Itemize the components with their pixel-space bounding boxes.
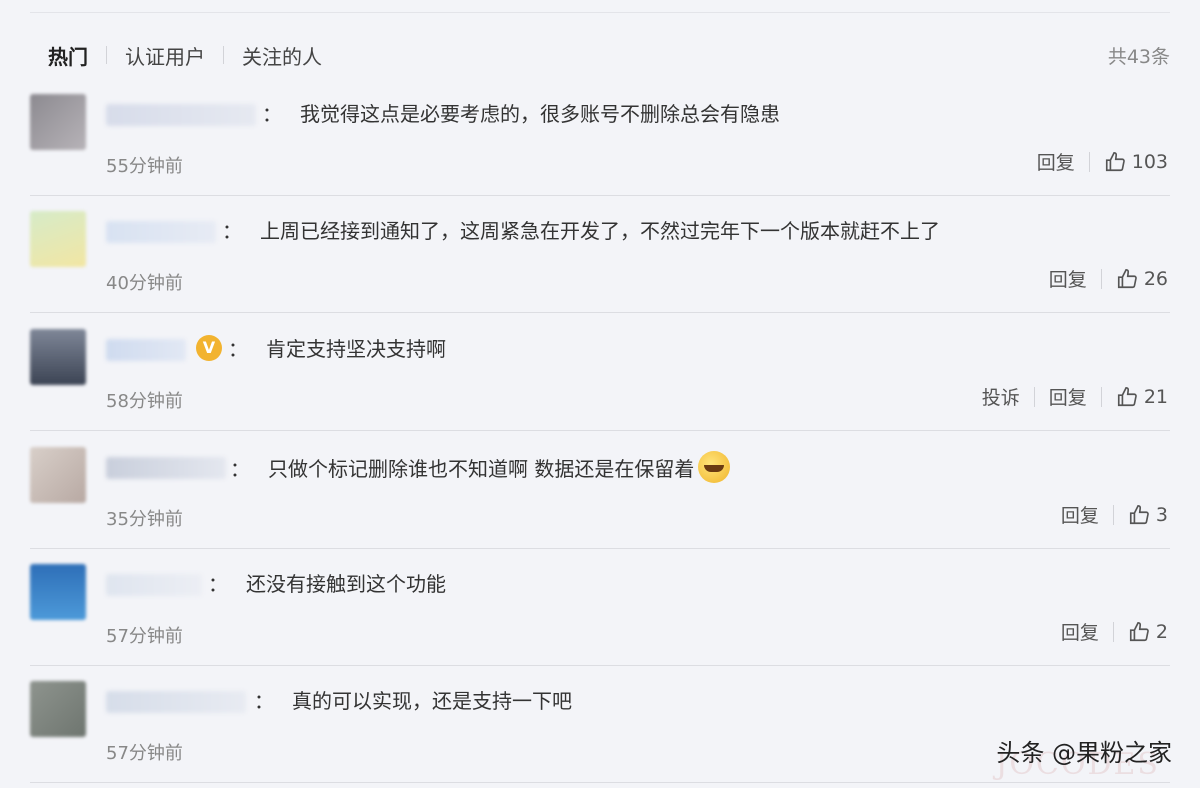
- action-divider: [1112, 504, 1114, 525]
- like-button[interactable]: 26: [1116, 268, 1168, 290]
- verified-badge-icon: V: [196, 334, 222, 361]
- comment-actions: 回复 26: [1049, 265, 1168, 292]
- comment-item: ： 上周已经接到通知了，这周紧急在开发了，不然过完年下一个版本就赶不上了 40分…: [30, 195, 1170, 313]
- username-blurred[interactable]: [106, 104, 256, 126]
- like-count: 2: [1155, 620, 1168, 643]
- reply-button[interactable]: 回复: [1037, 148, 1075, 175]
- tab-hot[interactable]: 热门: [48, 41, 88, 70]
- reply-button[interactable]: 回复: [1061, 501, 1099, 528]
- tab-verified-users[interactable]: 认证用户: [125, 41, 205, 70]
- like-count: 21: [1143, 385, 1168, 408]
- colon: ：: [230, 456, 250, 481]
- thumbs-up-icon: [1105, 151, 1125, 171]
- comment-item: ： 还没有接触到这个功能 57分钟前 回复 2: [30, 548, 1170, 666]
- comment-count: 共43条: [1107, 46, 1170, 68]
- like-button[interactable]: 103: [1104, 151, 1168, 173]
- comment-filter-tabs: 热门 认证用户 关注的人: [48, 40, 322, 70]
- action-divider: [1100, 386, 1102, 407]
- comment-item: V ： 肯定支持坚决支持啊 58分钟前 投诉 回复 21: [30, 313, 1170, 431]
- source-watermark: 头条 @果粉之家: [996, 739, 1172, 767]
- reply-button[interactable]: 回复: [1061, 618, 1099, 645]
- comment-text: 只做个标记删除谁也不知道啊 数据还是在保留着: [268, 456, 695, 481]
- tab-divider: [223, 46, 224, 64]
- avatar[interactable]: [30, 211, 86, 267]
- comment-time: 35分钟前: [106, 509, 183, 530]
- comment-time: 57分钟前: [106, 626, 183, 647]
- comment-time: 58分钟前: [106, 391, 183, 412]
- action-divider: [1033, 386, 1035, 407]
- laughing-emoji-icon: [698, 451, 731, 483]
- thumbs-up-icon: [1117, 268, 1137, 288]
- reply-button[interactable]: 回复: [1049, 383, 1087, 410]
- username-blurred[interactable]: [106, 691, 246, 713]
- username-blurred[interactable]: [106, 457, 226, 479]
- username-blurred[interactable]: [106, 339, 186, 361]
- username-blurred[interactable]: [106, 574, 202, 596]
- thumbs-up-icon: [1129, 504, 1149, 524]
- like-count: 26: [1143, 267, 1168, 290]
- comment-time: 57分钟前: [106, 743, 183, 764]
- comment-actions: 投诉 回复 21: [982, 383, 1168, 410]
- comment-text: 肯定支持坚决支持啊: [266, 337, 446, 361]
- colon: ：: [228, 337, 248, 361]
- report-button[interactable]: 投诉: [982, 383, 1020, 410]
- comment-actions: 回复 103: [1037, 148, 1168, 175]
- colon: ：: [262, 102, 282, 126]
- avatar[interactable]: [30, 329, 86, 385]
- comment-text: 我觉得这点是必要考虑的，很多账号不删除总会有隐患: [300, 102, 780, 126]
- action-divider: [1100, 268, 1102, 289]
- comment-text: 还没有接触到这个功能: [246, 572, 446, 596]
- comment-time: 40分钟前: [106, 273, 183, 294]
- comment-text: 上周已经接到通知了，这周紧急在开发了，不然过完年下一个版本就赶不上了: [260, 219, 940, 243]
- action-divider: [1112, 621, 1114, 642]
- action-divider: [1088, 151, 1090, 172]
- like-button[interactable]: 2: [1128, 621, 1168, 643]
- comment-actions: 回复 3: [1061, 501, 1168, 528]
- avatar[interactable]: [30, 447, 86, 503]
- username-blurred[interactable]: [106, 221, 216, 243]
- comment-time: 55分钟前: [106, 156, 183, 177]
- avatar[interactable]: [30, 564, 86, 620]
- colon: ：: [222, 219, 242, 243]
- colon: ：: [208, 572, 228, 596]
- avatar[interactable]: [30, 94, 86, 150]
- like-button[interactable]: 3: [1128, 504, 1168, 526]
- like-button[interactable]: 21: [1116, 386, 1168, 408]
- thumbs-up-icon: [1129, 621, 1149, 641]
- tab-following[interactable]: 关注的人: [242, 41, 322, 70]
- like-count: 103: [1131, 150, 1168, 173]
- comment-item: ： 我觉得这点是必要考虑的，很多账号不删除总会有隐患 55分钟前 回复 103: [30, 78, 1170, 196]
- comment-actions: 回复 2: [1061, 618, 1168, 645]
- tab-divider: [106, 46, 107, 64]
- comment-item: ： 只做个标记删除谁也不知道啊 数据还是在保留着 35分钟前 回复 3: [30, 431, 1170, 549]
- like-count: 3: [1155, 503, 1168, 526]
- avatar[interactable]: [30, 681, 86, 737]
- reply-button[interactable]: 回复: [1049, 265, 1087, 292]
- comment-text: 真的可以实现，还是支持一下吧: [292, 689, 572, 713]
- colon: ：: [254, 689, 274, 713]
- thumbs-up-icon: [1117, 386, 1137, 406]
- top-divider: [30, 12, 1170, 13]
